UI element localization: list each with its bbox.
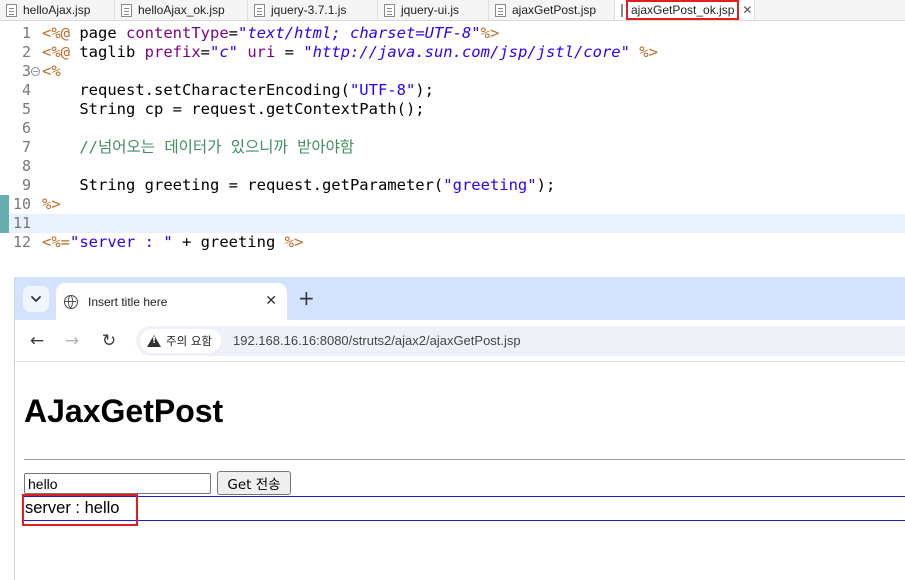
editor-tab-helloajax-ok[interactable]: helloAjax_ok.jsp	[115, 0, 248, 20]
line-number: 6	[21, 119, 31, 137]
line-number: 10	[12, 195, 31, 213]
code-text: %>	[42, 195, 61, 213]
line-number: 12	[12, 233, 31, 251]
editor-tab-label: helloAjax.jsp	[23, 3, 91, 17]
editor-tab-jquery[interactable]: jquery-3.7.1.js	[248, 0, 378, 20]
browser-window: Insert title here ✕ + ← → ↻ 주의 요함 192.16…	[14, 277, 905, 580]
code-line: 12 <%="server : " + greeting %>	[0, 233, 905, 252]
browser-tab-active[interactable]: Insert title here ✕	[56, 283, 287, 320]
code-line: 8	[0, 157, 905, 176]
code-line: 7 //넘어오는 데이터가 있으니까 받아야함	[0, 138, 905, 157]
greeting-input[interactable]	[24, 473, 211, 494]
line-number: 1	[21, 24, 31, 42]
result-border-top	[24, 496, 905, 497]
globe-icon	[64, 294, 78, 309]
editor-tab-ajaxgetpost-ok[interactable]: ajaxGetPost_ok.jsp ✕	[615, 0, 755, 20]
chevron-down-icon	[31, 296, 41, 302]
code-line: 2 <%@ taglib prefix="c" uri = "http://ja…	[0, 43, 905, 62]
tab-search-button[interactable]	[23, 286, 49, 312]
new-tab-button[interactable]: +	[298, 287, 315, 309]
jsp-file-icon	[6, 3, 17, 17]
jsp-file-icon	[121, 3, 132, 17]
line-number: 9	[21, 176, 31, 194]
code-line: 5 String cp = request.getContextPath();	[0, 100, 905, 119]
code-line: 10 %>	[0, 195, 905, 214]
annotation-highlight-box	[22, 494, 138, 526]
code-text: String cp = request.getContextPath();	[42, 100, 425, 118]
editor-tab-label: helloAjax_ok.jsp	[138, 3, 225, 17]
browser-tab-title: Insert title here	[88, 294, 168, 309]
address-bar[interactable]: 주의 요함 192.168.16.16:8080/struts2/ajax2/a…	[136, 326, 905, 356]
page-heading: AJaxGetPost	[24, 393, 224, 429]
close-icon[interactable]: ✕	[265, 293, 277, 309]
editor-tab-jquery-ui[interactable]: jquery-ui.js	[378, 0, 489, 20]
editor-tab-label: jquery-ui.js	[401, 3, 460, 17]
forward-button[interactable]: →	[60, 329, 84, 353]
editor-tab-helloajax[interactable]: helloAjax.jsp	[0, 0, 115, 20]
jsp-file-icon	[621, 3, 623, 17]
page-viewport: AJaxGetPost Get 전송 server : hello	[15, 363, 905, 580]
code-text: <%="server : " + greeting %>	[42, 233, 304, 251]
code-line-current: 11	[0, 214, 905, 233]
reload-button[interactable]: ↻	[97, 329, 121, 353]
code-line: 3 − <%	[0, 62, 905, 81]
get-submit-button[interactable]: Get 전송	[217, 471, 291, 495]
fold-toggle-icon[interactable]: −	[31, 67, 40, 76]
editor-tab-label: jquery-3.7.1.js	[271, 3, 347, 17]
code-text: <%	[42, 62, 61, 80]
horizontal-rule	[24, 459, 905, 460]
js-file-icon	[384, 3, 395, 17]
line-number: 4	[21, 81, 31, 99]
line-number: 5	[21, 100, 31, 118]
editor-tab-label-highlighted: ajaxGetPost_ok.jsp	[625, 0, 740, 20]
security-chip[interactable]: 주의 요함	[140, 329, 221, 353]
jsp-file-icon	[495, 3, 506, 17]
line-number: 2	[21, 43, 31, 61]
url-text[interactable]: 192.168.16.16:8080/struts2/ajax2/ajaxGet…	[233, 333, 521, 348]
back-button[interactable]: ←	[25, 329, 49, 353]
code-line: 4 request.setCharacterEncoding("UTF-8");	[0, 81, 905, 100]
code-line: 9 String greeting = request.getParameter…	[0, 176, 905, 195]
result-border-bottom	[24, 520, 905, 521]
warning-icon	[147, 335, 161, 347]
browser-toolbar: ← → ↻ 주의 요함 192.168.16.16:8080/struts2/a…	[15, 320, 905, 362]
line-number: 3	[21, 62, 31, 80]
js-file-icon	[254, 3, 265, 17]
security-chip-label: 주의 요함	[166, 334, 212, 348]
code-text: request.setCharacterEncoding("UTF-8");	[42, 81, 434, 99]
line-number: 7	[21, 138, 31, 156]
editor-tab-bar: helloAjax.jsp helloAjax_ok.jsp jquery-3.…	[0, 0, 905, 21]
code-line: 6	[0, 119, 905, 138]
editor-tab-ajaxgetpost[interactable]: ajaxGetPost.jsp	[489, 0, 615, 20]
close-icon[interactable]: ✕	[742, 3, 752, 17]
browser-tab-strip: Insert title here ✕ +	[15, 277, 905, 320]
code-text: String greeting = request.getParameter("…	[42, 176, 556, 194]
line-number: 8	[21, 157, 31, 175]
code-comment: //넘어오는 데이터가 있으니까 받아야함	[42, 138, 355, 156]
code-line: 1 <%@ page contentType="text/html; chars…	[0, 24, 905, 43]
code-editor[interactable]: 1 <%@ page contentType="text/html; chars…	[0, 21, 905, 280]
code-text: <%@ taglib prefix="c" uri = "http://java…	[42, 43, 658, 61]
line-number: 11	[12, 214, 31, 232]
editor-tab-label: ajaxGetPost.jsp	[512, 3, 597, 17]
code-text: <%@ page contentType="text/html; charset…	[42, 24, 500, 42]
